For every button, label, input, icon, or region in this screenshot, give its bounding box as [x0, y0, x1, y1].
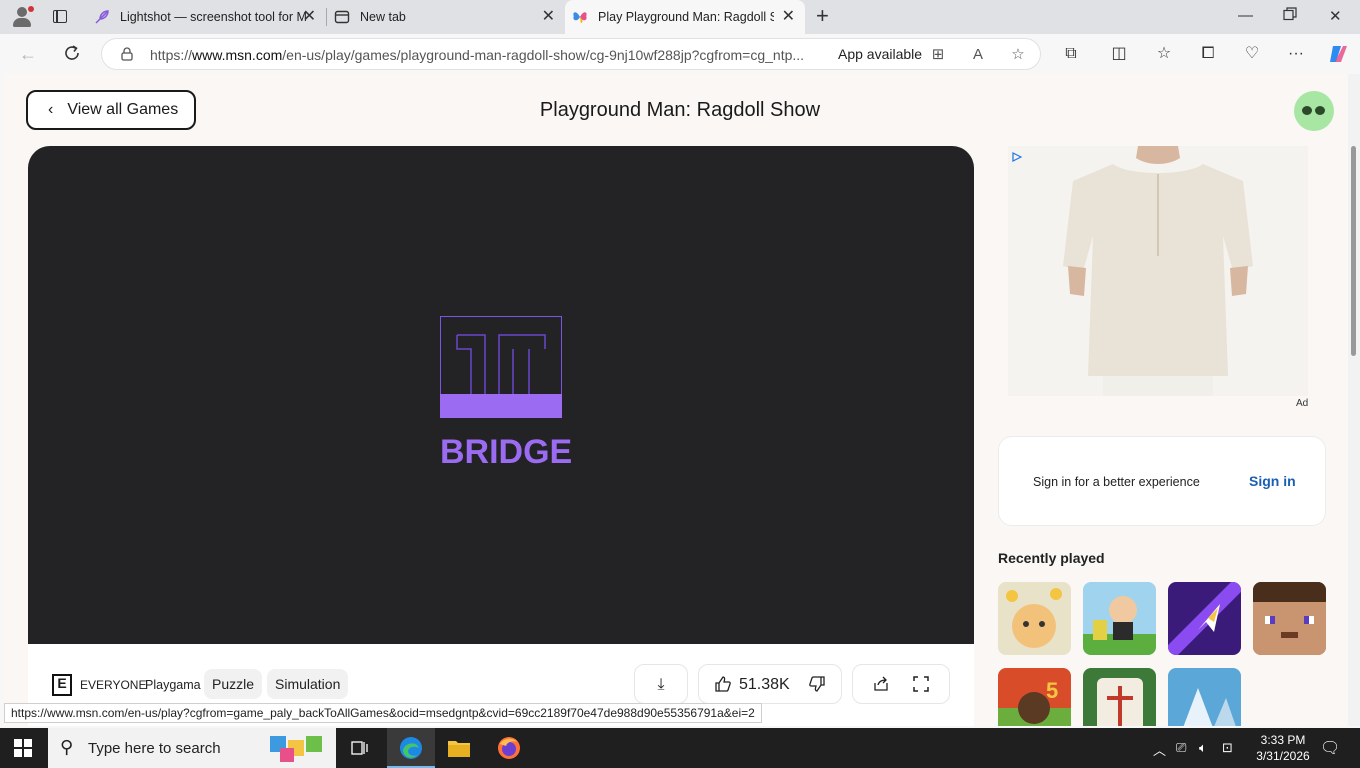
tab-new-tab[interactable]: New tab ✕	[327, 0, 565, 34]
read-aloud-icon[interactable]: A	[968, 45, 988, 65]
minimize-icon[interactable]: —	[1238, 7, 1253, 24]
avatar[interactable]	[1294, 91, 1334, 131]
notification-icon[interactable]: 🗨︎	[1320, 738, 1340, 758]
taskbar-clock[interactable]: 3:33 PM 3/31/2026	[1250, 732, 1316, 764]
copilot-icon[interactable]	[1327, 43, 1347, 63]
signin-link[interactable]: Sign in	[1249, 473, 1296, 489]
firefox-icon[interactable]	[485, 728, 533, 768]
tab-actions-icon[interactable]	[48, 6, 72, 28]
network-icon[interactable]: ⊡	[1222, 740, 1233, 756]
address-toolbar: ← https://www.msn.com/en-us/play/games/p…	[0, 34, 1360, 74]
page-title: Playground Man: Ragdoll Show	[539, 99, 821, 121]
extensions-icon[interactable]: ⧉	[1061, 44, 1081, 64]
game-frame[interactable]: BRIDGE	[28, 146, 974, 644]
close-tab-icon[interactable]: ✕	[542, 9, 555, 25]
butterfly-icon	[572, 9, 588, 25]
more-menu-icon[interactable]: ···	[1286, 44, 1306, 64]
rating-label: EVERYONE	[80, 678, 147, 692]
ad-label: Ad	[1296, 398, 1309, 409]
page-scrollbar[interactable]	[1348, 74, 1360, 726]
lock-icon[interactable]	[120, 47, 134, 61]
clock-date: 3/31/2026	[1256, 749, 1310, 763]
recent-game-thumb[interactable]	[998, 582, 1071, 655]
download-icon: ⤓	[657, 676, 665, 693]
recent-game-thumb[interactable]	[1168, 668, 1241, 726]
profile-icon[interactable]	[10, 5, 34, 29]
like-dislike-group: 51.38K	[698, 664, 842, 704]
puzzle-search-highlight-icon	[270, 736, 322, 762]
url-text[interactable]: https://www.msn.com/en-us/play/games/pla…	[150, 47, 822, 63]
clock-time: 3:33 PM	[1260, 733, 1306, 747]
fullscreen-icon[interactable]	[911, 675, 931, 695]
search-icon: ⚲	[60, 737, 74, 757]
newtab-icon	[334, 9, 350, 25]
esrb-e-icon: E	[52, 674, 72, 696]
collections-icon[interactable]: ⧠	[1198, 44, 1218, 64]
taskbar-search-box[interactable]: ⚲ Type here to search	[48, 728, 336, 768]
likes-count: 51.38K	[739, 676, 790, 693]
app-install-icon[interactable]: ⊞	[928, 45, 948, 65]
download-button[interactable]: ⤓	[634, 664, 688, 704]
ad-choices-icon[interactable]	[1012, 152, 1022, 162]
search-placeholder: Type here to search	[88, 740, 221, 757]
address-bar[interactable]: https://www.msn.com/en-us/play/games/pla…	[101, 38, 1041, 70]
game-logo: BRIDGE	[440, 316, 573, 474]
recent-game-thumb[interactable]	[1083, 582, 1156, 655]
title-bar: Lightshot — screenshot tool for M ✕ New …	[0, 0, 1360, 34]
app-available-button[interactable]: App available	[838, 46, 922, 62]
signin-prompt: Sign in for a better experience	[1033, 475, 1200, 489]
chevron-left-icon: ‹	[48, 101, 54, 118]
favorites-icon[interactable]: ☆	[1154, 44, 1174, 64]
recent-game-thumb[interactable]	[1168, 582, 1241, 655]
new-tab-button[interactable]: +	[816, 5, 829, 27]
signin-card: Sign in for a better experience Sign in	[998, 436, 1326, 526]
view-all-games-label: View all Games	[67, 101, 179, 118]
tab-playground-man[interactable]: Play Playground Man: Ragdoll Sho ✕	[565, 0, 805, 34]
tab-label: Lightshot — screenshot tool for M	[120, 10, 307, 24]
recent-game-thumb[interactable]	[1253, 582, 1326, 655]
tab-label: Play Playground Man: Ragdoll Sho	[598, 10, 774, 24]
close-tab-icon[interactable]: ✕	[782, 9, 795, 25]
page-content: ‹ View all Games Playground Man: Ragdoll…	[4, 74, 1348, 726]
restore-icon[interactable]	[1283, 7, 1297, 25]
share-icon[interactable]	[871, 675, 891, 695]
tag-simulation[interactable]: Simulation	[267, 669, 349, 699]
favorite-star-icon[interactable]: ☆	[1008, 45, 1028, 65]
thumbs-down-icon[interactable]	[807, 675, 827, 695]
share-fullscreen-group	[852, 664, 950, 704]
meet-now-icon[interactable]: ⎚	[1176, 740, 1186, 756]
thumbs-up-icon[interactable]	[713, 675, 733, 695]
task-view-icon[interactable]	[336, 728, 384, 768]
publisher-label: Playgama	[145, 678, 201, 692]
refresh-icon[interactable]	[62, 44, 82, 64]
feather-icon	[94, 9, 110, 25]
game-logo-text: BRIDGE	[440, 433, 573, 471]
blouse-ad-image	[1063, 146, 1253, 396]
recently-played-heading: Recently played	[998, 550, 1105, 566]
file-explorer-icon[interactable]	[435, 728, 483, 768]
chevron-up-icon[interactable]: ︿	[1153, 740, 1166, 759]
windows-start-icon[interactable]	[14, 739, 32, 757]
link-status-bar: https://www.msn.com/en-us/play?cgfrom=ga…	[4, 703, 762, 723]
recent-game-thumb[interactable]: 5	[998, 668, 1071, 726]
close-window-icon[interactable]: ✕	[1329, 7, 1342, 25]
back-arrow-icon[interactable]: ←	[18, 44, 38, 64]
speaker-icon[interactable]: 🔈︎	[1199, 740, 1207, 756]
windows-taskbar: ⚲ Type here to search ︿ ⎚ 🔈︎ ⊡ 3:33 PM 3…	[0, 728, 1360, 768]
tab-lightshot[interactable]: Lightshot — screenshot tool for M ✕	[86, 0, 326, 34]
svg-text:5: 5	[1046, 678, 1058, 703]
recent-game-thumb[interactable]	[1083, 668, 1156, 726]
browser-essentials-icon[interactable]: ♡	[1242, 44, 1262, 64]
ad-banner[interactable]	[1008, 146, 1308, 396]
edge-taskbar-icon[interactable]	[387, 728, 435, 768]
split-screen-icon[interactable]: ◫	[1109, 44, 1129, 64]
tab-label: New tab	[360, 10, 406, 24]
view-all-games-button[interactable]: ‹ View all Games	[26, 90, 196, 130]
tag-puzzle[interactable]: Puzzle	[204, 669, 263, 699]
close-tab-icon[interactable]: ✕	[303, 9, 316, 25]
